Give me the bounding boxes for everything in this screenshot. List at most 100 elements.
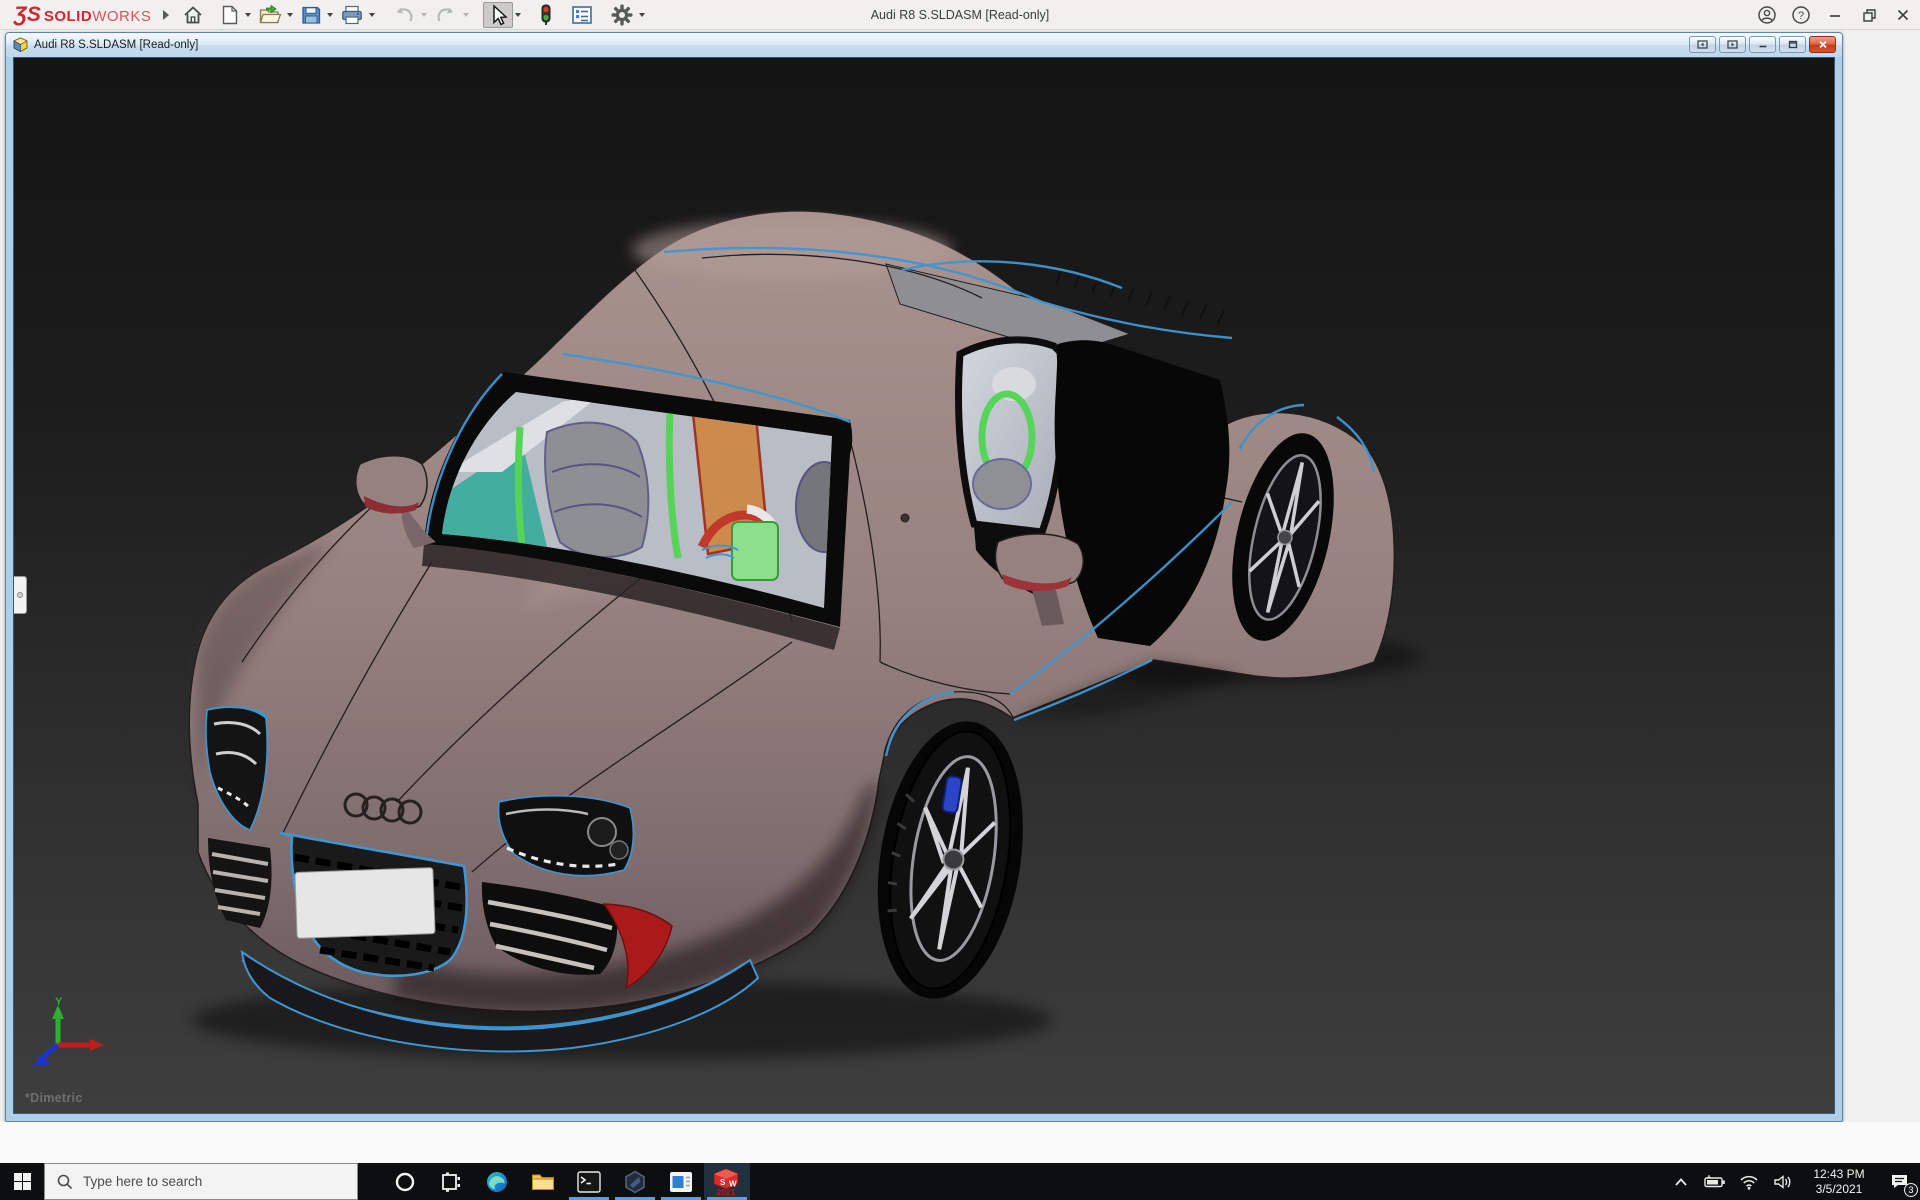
home-icon	[184, 5, 202, 23]
document-title-bar[interactable]: Audi R8 S.SLDASM [Read-only]	[6, 33, 1842, 57]
taskbar-clock[interactable]: 12:43 PM 3/5/2021	[1800, 1167, 1878, 1197]
account-icon	[1758, 6, 1776, 24]
traffic-light-icon	[541, 4, 551, 25]
open-icon	[259, 4, 282, 23]
car-model-3d-view[interactable]	[14, 58, 1835, 1114]
command-prompt-icon	[577, 1170, 601, 1193]
solidworks-taskbar-button[interactable]: S W 2021	[704, 1163, 750, 1200]
task-view-icon	[442, 1172, 460, 1192]
action-center-button[interactable]: 3	[1878, 1163, 1920, 1200]
solidworks-logo: ƷS SOLID WORKS	[14, 3, 152, 26]
options-dropdown[interactable]	[639, 12, 646, 17]
print-icon	[342, 5, 363, 24]
cortana-icon	[395, 1172, 415, 1191]
doc-restore-button[interactable]	[1779, 36, 1806, 53]
battery-icon	[1704, 1174, 1725, 1187]
account-button[interactable]	[1750, 0, 1784, 30]
media-app-button[interactable]	[658, 1163, 704, 1200]
solidworks-year-label: 2021	[717, 1187, 736, 1196]
select-button[interactable]	[483, 1, 514, 28]
clock-time: 12:43 PM	[1813, 1166, 1865, 1181]
license-plate	[294, 867, 436, 939]
command-prompt-button[interactable]	[566, 1163, 612, 1200]
triad-y-label: Y	[55, 996, 63, 1008]
svg-text:S: S	[720, 1178, 726, 1187]
undo-dropdown	[421, 12, 428, 17]
edge-icon	[487, 1171, 507, 1192]
windows-logo-icon	[13, 1173, 31, 1190]
tray-expand-button[interactable]	[1664, 1163, 1698, 1200]
pane-right-button[interactable]	[1719, 36, 1746, 53]
file-explorer-button[interactable]	[520, 1163, 566, 1200]
undo-icon	[397, 7, 413, 21]
app-background-strip	[0, 1122, 1920, 1163]
battery-status[interactable]	[1698, 1163, 1732, 1200]
new-document-dropdown[interactable]	[245, 12, 252, 17]
feature-panel-tab[interactable]	[14, 576, 27, 614]
svg-text:?: ?	[1798, 10, 1804, 22]
quick-access-toolbar	[179, 0, 649, 30]
cortana-button[interactable]	[382, 1163, 428, 1200]
redo-button	[431, 2, 461, 28]
help-icon: ?	[1792, 6, 1810, 24]
search-icon	[57, 1174, 73, 1189]
options-button[interactable]	[607, 2, 637, 28]
select-dropdown[interactable]	[515, 12, 522, 17]
pane-left-button[interactable]	[1689, 36, 1716, 53]
restore-icon	[1862, 8, 1876, 22]
speaker-icon	[1774, 1174, 1791, 1189]
print-dropdown[interactable]	[369, 12, 376, 17]
restore-button[interactable]	[1852, 0, 1886, 30]
notification-count-badge: 3	[1904, 1183, 1918, 1197]
minimize-icon	[1830, 15, 1840, 17]
search-input[interactable]	[83, 1174, 333, 1189]
solidworks-app: ƷS SOLID WORKS Audi R8 S.SLDASM [Read-on…	[0, 0, 1920, 1200]
open-button[interactable]	[255, 2, 285, 28]
taskbar-search[interactable]	[44, 1163, 358, 1200]
wifi-icon	[1740, 1175, 1758, 1190]
graphics-viewport[interactable]: Y x *Dimetric	[13, 57, 1835, 1114]
clock-date: 3/5/2021	[1815, 1181, 1863, 1196]
task-view-button[interactable]	[428, 1163, 474, 1200]
document-window-controls	[1689, 36, 1836, 53]
doc-minimize-button[interactable]	[1749, 36, 1776, 53]
wifi-status[interactable]	[1732, 1163, 1766, 1200]
print-button[interactable]	[337, 2, 367, 28]
minimize-button[interactable]	[1818, 0, 1852, 30]
assembly-document-icon	[13, 37, 28, 53]
traffic-light-button[interactable]	[535, 2, 557, 28]
orientation-triad: Y x	[32, 996, 113, 1066]
start-button[interactable]	[0, 1163, 44, 1200]
home-button[interactable]	[179, 2, 207, 28]
hexagon-app-button[interactable]	[612, 1163, 658, 1200]
volume-status[interactable]	[1766, 1163, 1800, 1200]
close-button[interactable]	[1886, 0, 1920, 30]
left-air-intake	[208, 838, 272, 928]
panel-tab-dot-icon	[17, 592, 23, 598]
file-explorer-icon	[532, 1174, 554, 1190]
new-document-icon	[223, 5, 238, 24]
view-orientation-label: *Dimetric	[25, 1091, 83, 1105]
save-button[interactable]	[297, 2, 325, 28]
properties-list-button[interactable]	[567, 2, 597, 28]
doc-close-button[interactable]	[1809, 36, 1836, 53]
new-document-button[interactable]	[217, 2, 243, 28]
options-gear-icon	[611, 4, 633, 25]
help-button[interactable]: ?	[1784, 0, 1818, 30]
media-app-icon	[670, 1171, 692, 1192]
undo-button	[389, 2, 419, 28]
redo-icon	[437, 7, 454, 21]
door-handle	[900, 513, 910, 523]
save-dropdown[interactable]	[327, 12, 334, 17]
edge-button[interactable]	[474, 1163, 520, 1200]
app-title-bar: ƷS SOLID WORKS Audi R8 S.SLDASM [Read-on…	[0, 0, 1920, 30]
select-cursor-icon	[493, 3, 509, 26]
menu-expand-arrow-icon[interactable]	[163, 9, 170, 20]
save-icon	[302, 6, 321, 24]
open-dropdown[interactable]	[287, 12, 294, 17]
document-title: Audi R8 S.SLDASM [Read-only]	[34, 39, 199, 51]
chevron-up-icon	[1675, 1177, 1687, 1186]
app-window-controls: ?	[1750, 0, 1920, 30]
properties-list-icon	[572, 5, 593, 24]
system-tray: 12:43 PM 3/5/2021 3	[1664, 1163, 1920, 1200]
